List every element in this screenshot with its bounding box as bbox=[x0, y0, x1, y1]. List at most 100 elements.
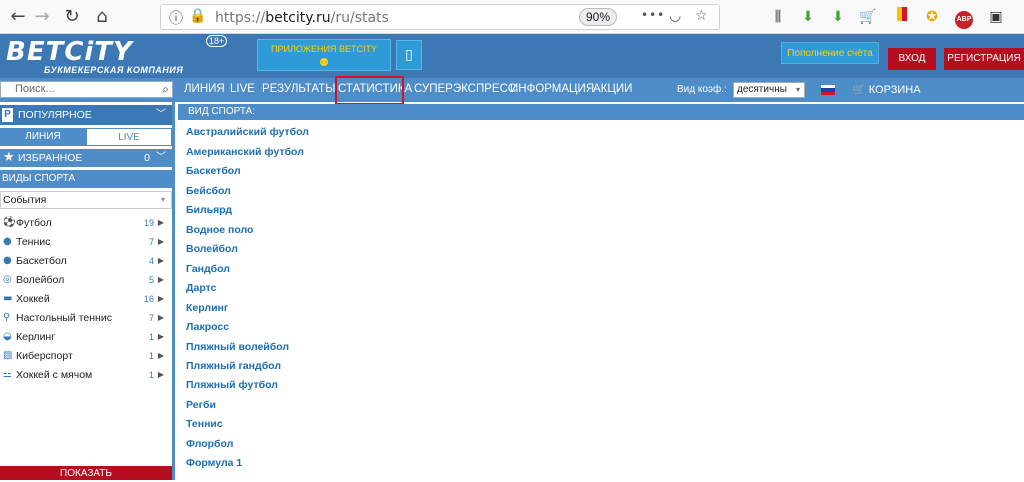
address-bar[interactable]: ⓘ 🔒 https://betcity.ru/ru/stats 90% ••• … bbox=[160, 4, 720, 30]
sport-link[interactable]: Волейбол bbox=[186, 243, 238, 255]
popular-header[interactable]: P ПОПУЛЯРНОЕ ﹀ bbox=[0, 105, 172, 125]
chevron-down-icon: ﹀ bbox=[156, 109, 166, 120]
sport-link[interactable]: Пляжный футбол bbox=[186, 379, 278, 391]
sport-item[interactable]: ● Теннис 7 ▶ bbox=[0, 233, 172, 251]
zoom-level[interactable]: 90% bbox=[579, 8, 617, 26]
sport-item[interactable]: ◎ Волейбол 5 ▶ bbox=[0, 271, 172, 289]
chevron-right-icon: ▶ bbox=[157, 256, 164, 265]
sidebar-toggle-icon[interactable]: ▣ bbox=[986, 7, 1006, 27]
sport-link[interactable]: Регби bbox=[186, 399, 216, 411]
back-arrow-icon[interactable]: ← bbox=[6, 5, 30, 29]
nav-line[interactable]: ЛИНИЯ bbox=[184, 83, 225, 95]
cart-icon: 🛒 bbox=[852, 84, 866, 96]
sport-link[interactable]: Теннис bbox=[186, 418, 223, 430]
sport-link[interactable]: Флорбол bbox=[186, 438, 233, 450]
register-button[interactable]: РЕГИСТРАЦИЯ bbox=[944, 48, 1024, 70]
login-button[interactable]: ВХОД bbox=[888, 48, 936, 70]
sport-link[interactable]: Формула 1 bbox=[186, 457, 242, 469]
betcity-logo[interactable]: BETCiTY БУКМЕКЕРСКАЯ КОМПАНИЯ 18+ bbox=[6, 35, 228, 75]
koef-label: Вид коэф.: bbox=[677, 84, 727, 95]
sport-item[interactable]: ⚍ Хоккей с мячом 1 ▶ bbox=[0, 366, 172, 384]
sport-item[interactable]: ⚽ Футбол 19 ▶ bbox=[0, 214, 172, 232]
browser-toolbar: ← → ↻ ⌂ ⓘ 🔒 https://betcity.ru/ru/stats … bbox=[0, 0, 1024, 34]
star-extension-icon[interactable]: ✪ bbox=[922, 7, 942, 27]
info-icon[interactable]: ⓘ bbox=[169, 8, 183, 28]
android-apple-icon: ⚉ bbox=[319, 57, 329, 69]
esports-icon: ▧ bbox=[3, 350, 13, 361]
basketball-icon: ● bbox=[3, 255, 12, 266]
sport-link[interactable]: Баскетбол bbox=[186, 165, 241, 177]
sport-link[interactable]: Австралийский футбол bbox=[186, 126, 309, 138]
home-icon[interactable]: ⌂ bbox=[90, 5, 114, 29]
site-header: BETCiTY БУКМЕКЕРСКАЯ КОМПАНИЯ 18+ ПРИЛОЖ… bbox=[0, 34, 1024, 78]
curling-icon: ◒ bbox=[3, 331, 12, 342]
tab-live[interactable]: LIVE bbox=[86, 128, 172, 146]
sport-link[interactable]: Бильярд bbox=[186, 204, 232, 216]
nav-results[interactable]: РЕЗУЛЬТАТЫ bbox=[262, 83, 335, 95]
chevron-down-icon: ▾ bbox=[160, 195, 165, 204]
apps-button[interactable]: ПРИЛОЖЕНИЯ BETCITY ⚉ bbox=[257, 39, 391, 71]
pocket-icon[interactable]: ◡ bbox=[669, 8, 681, 24]
statistics-highlight bbox=[335, 76, 404, 105]
chevron-down-icon: ﹀ bbox=[156, 152, 166, 163]
search-input[interactable]: Поиск... ⌕ bbox=[0, 81, 173, 98]
chevron-right-icon: ▶ bbox=[157, 370, 164, 379]
content-header: ВИД СПОРТА: bbox=[178, 104, 1024, 120]
sport-link[interactable]: Пляжный гандбол bbox=[186, 360, 281, 372]
main-nav: Поиск... ⌕ ЛИНИЯ LIVE РЕЗУЛЬТАТЫ СТАТИСТ… bbox=[0, 78, 1024, 102]
url-text: https://betcity.ru/ru/stats bbox=[215, 10, 389, 26]
chevron-right-icon: ▶ bbox=[157, 294, 164, 303]
chevron-right-icon: ▶ bbox=[157, 351, 164, 360]
nav-info[interactable]: ИНФОРМАЦИЯ bbox=[510, 83, 594, 95]
sport-item[interactable]: ◒ Керлинг 1 ▶ bbox=[0, 328, 172, 346]
nav-promotions[interactable]: АКЦИИ bbox=[593, 83, 632, 95]
sport-link[interactable]: Гандбол bbox=[186, 263, 230, 275]
sport-item[interactable]: ⚲ Настольный теннис 7 ▶ bbox=[0, 309, 172, 327]
sport-item[interactable]: ● Баскетбол 4 ▶ bbox=[0, 252, 172, 270]
nav-live[interactable]: LIVE bbox=[230, 83, 255, 95]
russian-flag-icon[interactable] bbox=[821, 85, 835, 95]
koef-select[interactable]: десятичны ▾ bbox=[733, 82, 805, 98]
download-arrow-icon-2[interactable]: ⬇ bbox=[828, 7, 848, 27]
sport-link[interactable]: Керлинг bbox=[186, 302, 228, 314]
phone-icon[interactable]: ▯ bbox=[396, 40, 422, 70]
line-live-tabs: ЛИНИЯ LIVE bbox=[0, 128, 172, 146]
bandy-icon: ⚍ bbox=[3, 369, 12, 380]
volleyball-icon: ◎ bbox=[3, 274, 12, 285]
search-icon[interactable]: ⌕ bbox=[162, 82, 169, 97]
cart-link[interactable]: 🛒 КОРЗИНА bbox=[852, 83, 921, 96]
popular-icon: P bbox=[2, 108, 13, 122]
abp-icon[interactable]: ABP bbox=[954, 7, 974, 29]
tennis-ball-icon: ● bbox=[3, 236, 12, 247]
sport-link[interactable]: Американский футбол bbox=[186, 146, 304, 158]
bookmark-star-icon[interactable]: ☆ bbox=[695, 8, 708, 24]
favorites-header[interactable]: ★ ИЗБРАННОЕ 0 ﹀ bbox=[0, 149, 172, 167]
sport-link[interactable]: Водное поло bbox=[186, 224, 253, 236]
sport-item[interactable]: ▬ Хоккей 16 ▶ bbox=[0, 290, 172, 308]
more-icon[interactable]: ••• bbox=[641, 8, 665, 22]
sport-link[interactable]: Бейсбол bbox=[186, 185, 231, 197]
forward-arrow-icon[interactable]: → bbox=[30, 5, 54, 29]
sidebar: P ПОПУЛЯРНОЕ ﹀ ЛИНИЯ LIVE ★ ИЗБРАННОЕ 0 … bbox=[0, 102, 175, 480]
sport-link[interactable]: Пляжный волейбол bbox=[186, 341, 289, 353]
sport-item[interactable]: ▧ Киберспорт 1 ▶ bbox=[0, 347, 172, 365]
chevron-right-icon: ▶ bbox=[157, 218, 164, 227]
sports-header: ВИДЫ СПОРТА bbox=[0, 170, 172, 188]
sport-link[interactable]: Лакросс bbox=[186, 321, 229, 333]
table-tennis-icon: ⚲ bbox=[3, 312, 11, 323]
tab-line[interactable]: ЛИНИЯ bbox=[0, 128, 86, 146]
chevron-right-icon: ▶ bbox=[157, 313, 164, 322]
events-select[interactable]: События ▾ bbox=[0, 191, 172, 209]
download-arrow-icon[interactable]: ⬇ bbox=[798, 7, 818, 27]
chevron-down-icon: ▾ bbox=[795, 85, 800, 94]
chevron-right-icon: ▶ bbox=[157, 237, 164, 246]
cart-extension-icon[interactable]: 🛒 bbox=[858, 7, 878, 27]
sport-link[interactable]: Дартс bbox=[186, 282, 216, 294]
topup-button[interactable]: Пополнение счёта bbox=[781, 42, 879, 64]
library-icon[interactable]: ⫼ bbox=[768, 7, 788, 27]
show-button[interactable]: ПОКАЗАТЬ bbox=[0, 466, 172, 480]
flag-extension-icon[interactable] bbox=[892, 7, 912, 27]
reload-icon[interactable]: ↻ bbox=[60, 5, 84, 29]
soccer-ball-icon: ⚽ bbox=[3, 217, 16, 228]
nav-superexpress[interactable]: СУПЕРЭКСПРЕСС bbox=[414, 83, 516, 95]
